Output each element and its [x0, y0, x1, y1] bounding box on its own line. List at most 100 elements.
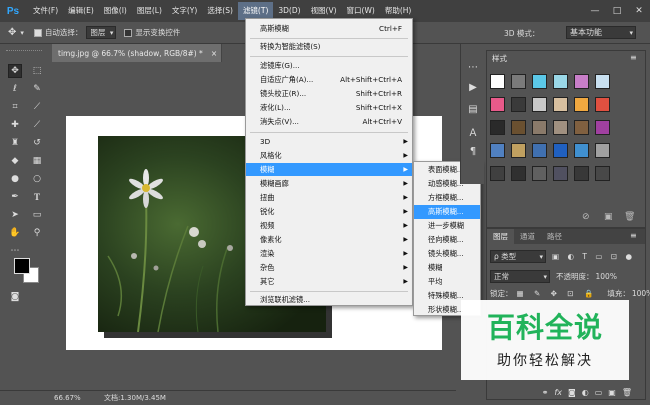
filter-3d[interactable]: 3D ▶: [246, 135, 412, 148]
link-layers-icon[interactable]: ⚭: [542, 388, 549, 397]
tool-preset-icon[interactable]: ▾: [20, 29, 24, 37]
style-swatch[interactable]: [490, 120, 505, 135]
style-swatch[interactable]: [511, 97, 526, 112]
filter-blur-gallery[interactable]: 模糊画廊 ▶: [246, 177, 412, 190]
style-swatch[interactable]: [574, 143, 589, 158]
filter-gallery[interactable]: 滤镜库(G)...: [246, 59, 412, 72]
quick-mask-icon[interactable]: ◙: [8, 290, 22, 304]
adjustment-layer-icon[interactable]: ◐: [582, 388, 589, 397]
character-icon[interactable]: Ａ: [464, 122, 482, 140]
style-swatch[interactable]: [553, 143, 568, 158]
filter-convert-smart[interactable]: 转换为智能滤镜(S): [246, 40, 412, 53]
style-swatch[interactable]: [574, 120, 589, 135]
style-swatch[interactable]: [553, 166, 568, 181]
new-style-icon[interactable]: ▣: [604, 212, 613, 222]
style-swatch[interactable]: [490, 166, 505, 181]
document-tab[interactable]: timg.jpg @ 66.7% (shadow, RGB/8#) * ×: [52, 44, 222, 62]
style-swatch[interactable]: [532, 166, 547, 181]
new-group-icon[interactable]: ▭: [595, 388, 603, 397]
style-swatch[interactable]: [490, 74, 505, 89]
lasso-tool-icon[interactable]: ℓ: [8, 82, 22, 96]
style-swatch[interactable]: [490, 97, 505, 112]
paragraph-icon[interactable]: ¶: [464, 142, 482, 160]
auto-select-dropdown[interactable]: 图层: [86, 26, 117, 39]
style-swatch[interactable]: [511, 74, 526, 89]
filter-render[interactable]: 渲染 ▶: [246, 247, 412, 260]
history-icon[interactable]: ▤: [464, 100, 482, 118]
filter-stylize[interactable]: 风格化 ▶: [246, 149, 412, 162]
fill-value[interactable]: 100%: [632, 289, 650, 298]
style-swatch[interactable]: [511, 120, 526, 135]
trash-icon[interactable]: 🗑: [624, 212, 635, 222]
show-transform-checkbox[interactable]: [124, 28, 133, 37]
style-swatch[interactable]: [553, 97, 568, 112]
maximize-button[interactable]: □: [606, 0, 628, 22]
more-tools-icon[interactable]: ⋯: [8, 244, 22, 258]
blur-tool-icon[interactable]: ●: [8, 172, 22, 186]
shape-tool-icon[interactable]: ▭: [30, 208, 44, 222]
blur-box[interactable]: 方框模糊...: [414, 191, 480, 205]
filter-sharpen[interactable]: 锐化 ▶: [246, 205, 412, 218]
minimize-button[interactable]: —: [584, 0, 606, 22]
dock-menu-icon[interactable]: ⋯: [464, 58, 482, 76]
style-swatch[interactable]: [574, 97, 589, 112]
menu-edit[interactable]: 编辑(E): [63, 2, 99, 20]
layer-kind-filter[interactable]: ρ 类型: [490, 250, 546, 263]
document-close-icon[interactable]: ×: [211, 49, 217, 58]
blur-lens[interactable]: 镜头模糊...: [414, 247, 480, 261]
style-swatch[interactable]: [595, 74, 610, 89]
actions-play-icon[interactable]: ▶: [464, 78, 482, 96]
move-tool-icon[interactable]: ✥: [8, 27, 16, 38]
tab-paths[interactable]: 路径: [541, 229, 568, 244]
healing-brush-tool-icon[interactable]: ✚: [8, 118, 22, 132]
path-select-tool-icon[interactable]: ➤: [8, 208, 22, 222]
blur-gaussian[interactable]: 高斯模糊...: [414, 205, 480, 219]
layer-mask-icon[interactable]: ◙: [568, 388, 576, 397]
style-swatch[interactable]: [490, 143, 505, 158]
style-swatch[interactable]: [595, 143, 610, 158]
menu-layer[interactable]: 图层(L): [132, 2, 167, 20]
workspace-dropdown[interactable]: 基本功能: [566, 26, 636, 39]
type-tool-icon[interactable]: T: [30, 190, 44, 204]
eyedropper-tool-icon[interactable]: ⟋: [30, 100, 44, 114]
blur-average[interactable]: 平均: [414, 275, 480, 289]
filter-video[interactable]: 视频 ▶: [246, 219, 412, 232]
style-swatch[interactable]: [532, 120, 547, 135]
move-tool-icon[interactable]: ✥: [8, 64, 22, 78]
delete-style-icon[interactable]: ⊘: [582, 212, 590, 222]
filter-last-gaussian-blur[interactable]: 高斯模糊 Ctrl+F: [246, 22, 412, 35]
styles-panel-menu-icon[interactable]: ≡: [630, 53, 637, 62]
styles-tab[interactable]: 样式: [488, 52, 511, 66]
filter-browse-online[interactable]: 浏览联机滤镜...: [246, 293, 412, 306]
filter-other[interactable]: 其它 ▶: [246, 275, 412, 288]
opacity-value[interactable]: 100%: [596, 272, 617, 281]
filter-vanishing-point[interactable]: 消失点(V)... Alt+Ctrl+V: [246, 115, 412, 128]
zoom-level[interactable]: 66.67%: [54, 394, 94, 402]
gradient-tool-icon[interactable]: ▦: [30, 154, 44, 168]
style-swatch[interactable]: [574, 74, 589, 89]
filter-adaptive-wide-angle[interactable]: 自适应广角(A)... Alt+Shift+Ctrl+A: [246, 73, 412, 86]
dodge-tool-icon[interactable]: ○: [30, 172, 44, 186]
brush-tool-icon[interactable]: ⟋: [30, 118, 44, 132]
style-swatch[interactable]: [553, 74, 568, 89]
layer-style-icon[interactable]: fx: [554, 388, 562, 397]
style-swatch[interactable]: [595, 120, 610, 135]
menu-file[interactable]: 文件(F): [28, 2, 63, 20]
hand-tool-icon[interactable]: ✋: [8, 226, 22, 240]
style-swatch[interactable]: [532, 143, 547, 158]
menu-type[interactable]: 文字(Y): [167, 2, 202, 20]
layers-panel-menu-icon[interactable]: ≡: [630, 231, 637, 240]
menu-select[interactable]: 选择(S): [202, 2, 238, 20]
filter-liquify[interactable]: 液化(L)... Shift+Ctrl+X: [246, 101, 412, 114]
style-swatch[interactable]: [532, 97, 547, 112]
tab-layers[interactable]: 图层: [487, 229, 514, 244]
filter-lens-correction[interactable]: 镜头校正(R)... Shift+Ctrl+R: [246, 87, 412, 100]
lock-icons[interactable]: ▦ ✎ ✥ ⊡ 🔒: [517, 289, 598, 298]
quick-select-tool-icon[interactable]: ✎: [30, 82, 44, 96]
tab-channels[interactable]: 通道: [514, 229, 541, 244]
show-transform-option[interactable]: 显示变换控件: [124, 27, 180, 38]
style-swatch[interactable]: [532, 74, 547, 89]
blur-more[interactable]: 进一步模糊: [414, 219, 480, 233]
style-swatch[interactable]: [595, 166, 610, 181]
menu-image[interactable]: 图像(I): [99, 2, 132, 20]
